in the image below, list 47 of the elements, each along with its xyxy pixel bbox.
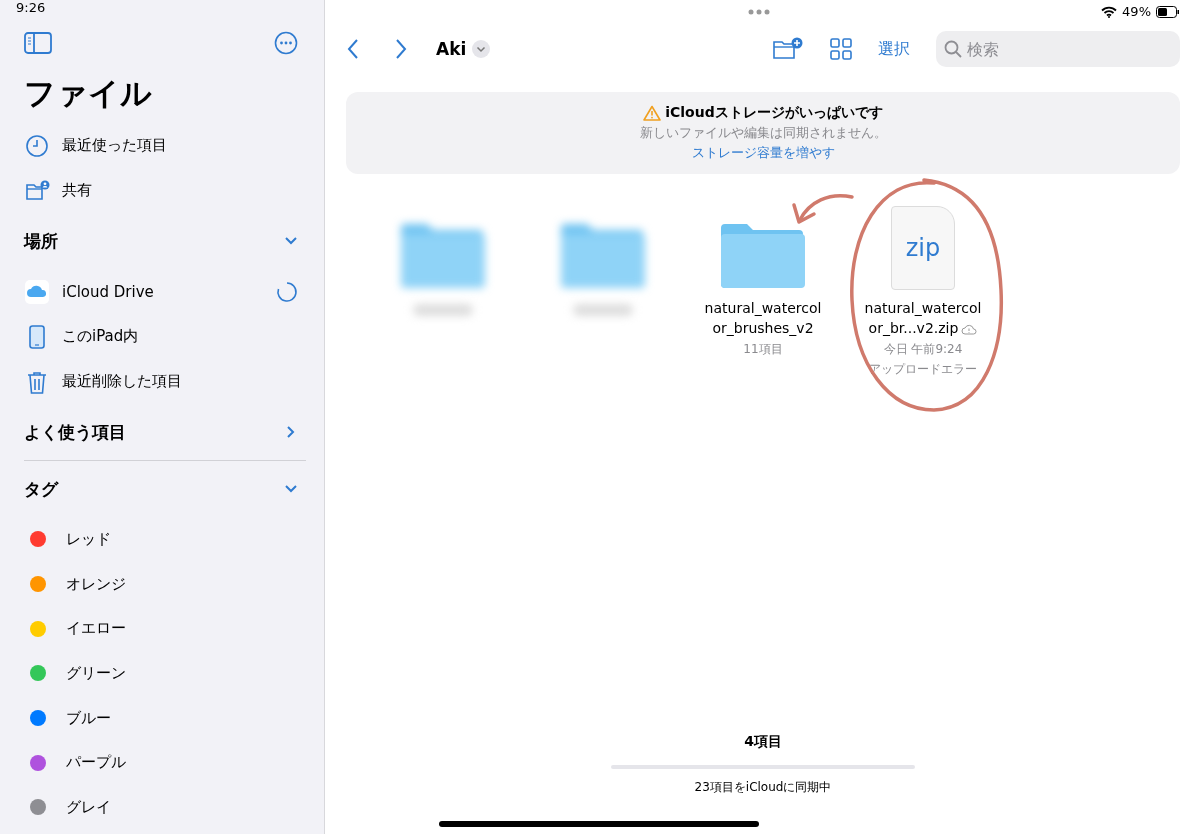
wifi-icon (1101, 5, 1118, 18)
back-chevron-icon[interactable] (346, 38, 360, 60)
status-time: 9:26 (16, 0, 46, 15)
sidebar-item[interactable]: 最近使った項目 (24, 123, 306, 168)
chevron-down-icon[interactable] (472, 40, 491, 58)
tag-item[interactable]: ブルー (24, 695, 306, 741)
annotation-arrow (792, 193, 854, 224)
clock-icon (24, 132, 50, 159)
more-icon[interactable] (274, 31, 298, 55)
battery-percent: 49% (1122, 4, 1151, 19)
grid-view-icon[interactable] (830, 38, 852, 60)
section-title: 場所 (24, 229, 58, 253)
file-name: natural_watercolor_brushes_v2 (704, 300, 822, 336)
tag-item[interactable]: グリーン (24, 651, 306, 696)
zip-file-icon[interactable]: zip (891, 206, 955, 290)
sidebar-item[interactable]: このiPad内 (24, 314, 306, 359)
banner-title: iCloudストレージがいっぱいです (665, 104, 883, 122)
sidebar-title: ファイル (24, 74, 152, 113)
blurred-label (573, 304, 633, 316)
tag-item[interactable]: パープル (24, 740, 306, 786)
forward-chevron-icon[interactable] (394, 38, 408, 60)
select-button[interactable]: 選択 (878, 38, 910, 60)
warning-icon (643, 105, 662, 121)
battery-icon (1156, 5, 1180, 18)
file-detail: 11項目 (743, 341, 783, 358)
search-field[interactable]: 検索 (936, 31, 1180, 67)
tag-item[interactable]: オレンジ (24, 561, 306, 607)
tag-item[interactable]: イエロー (24, 606, 306, 652)
sync-status: 23項目をiCloudに同期中 (694, 779, 832, 796)
section-title: よく使う項目 (24, 420, 126, 444)
folder-title: Aki (436, 39, 467, 59)
tag-item[interactable]: グレイ (24, 785, 306, 830)
section-title: タグ (24, 477, 58, 501)
multitasking-dots-icon (748, 9, 770, 15)
sidebar-toggle-icon[interactable] (24, 32, 52, 54)
item-count: 4項目 (744, 733, 782, 751)
storage-link[interactable]: ストレージ容量を増やす (691, 144, 835, 162)
new-folder-icon[interactable] (772, 37, 804, 61)
banner-message: 新しいファイルや編集は同期されません。 (639, 124, 887, 142)
sidebar-item[interactable]: 最近削除した項目 (24, 359, 306, 404)
file-detail: 今日 午前9:24 (883, 341, 963, 358)
tag-item[interactable]: レッド (24, 517, 306, 562)
file-name: natural_watercolor_br...v2.zip (864, 300, 982, 336)
sidebar-item[interactable]: 共有 (24, 168, 306, 213)
cloud-icon (24, 278, 50, 305)
blurred-label (413, 304, 473, 316)
sidebar-item[interactable]: iCloud Drive (24, 269, 306, 314)
